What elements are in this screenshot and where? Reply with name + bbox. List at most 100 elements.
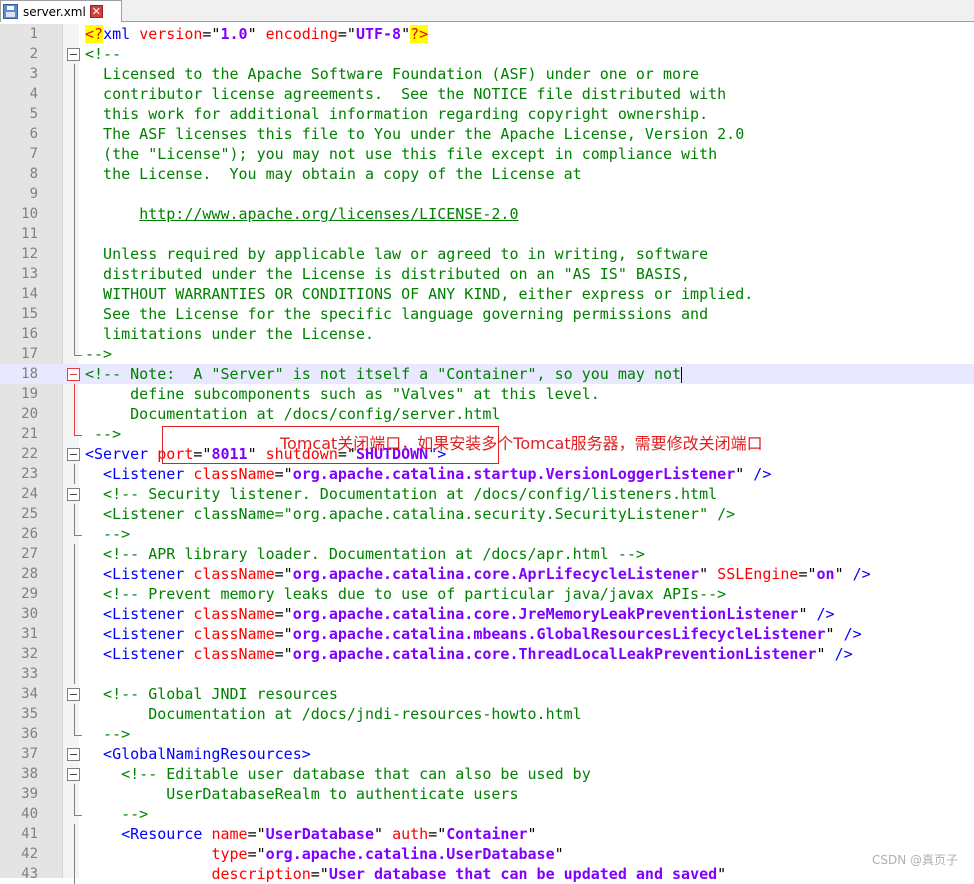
code-token: =" [202, 25, 221, 43]
code-text: <!-- Prevent memory leaks due to use of … [85, 584, 726, 604]
code-line[interactable]: 26 --> [0, 524, 974, 544]
line-number: 40 [21, 806, 38, 822]
code-line[interactable]: 35 Documentation at /docs/jndi-resources… [0, 704, 974, 724]
code-line[interactable]: 6 The ASF licenses this file to You unde… [0, 124, 974, 144]
code-token: version [139, 25, 203, 43]
fold-end-marker [74, 804, 82, 816]
code-line[interactable]: 23 <Listener className="org.apache.catal… [0, 464, 974, 484]
code-line[interactable]: 5 this work for additional information r… [0, 104, 974, 124]
code-line[interactable]: 17 --> [0, 344, 974, 364]
code-line[interactable]: 31 <Listener className="org.apache.catal… [0, 624, 974, 644]
code-token: type [211, 845, 248, 863]
code-text: <?xml version="1.0" encoding="UTF-8"?> [85, 24, 429, 44]
code-token: <Listener className="org.apache.catalina… [85, 505, 736, 523]
fold-toggle-icon[interactable] [67, 488, 80, 501]
code-line[interactable]: 2 <!-- [0, 44, 974, 64]
code-token[interactable]: http://www.apache.org/licenses/LICENSE-2… [139, 205, 518, 223]
code-line[interactable]: 1 <?xml version="1.0" encoding="UTF-8"?> [0, 24, 974, 44]
code-token: <Listener [85, 645, 194, 663]
code-line[interactable]: 42 type="org.apache.catalina.UserDatabas… [0, 844, 974, 864]
fold-guide [74, 64, 75, 84]
code-line[interactable]: 3 Licensed to the Apache Software Founda… [0, 64, 974, 84]
code-token: =" [310, 865, 329, 883]
code-line[interactable]: 41 <Resource name="UserDatabase" auth="C… [0, 824, 974, 844]
code-line[interactable]: 14 WITHOUT WARRANTIES OR CONDITIONS OF A… [0, 284, 974, 304]
code-line[interactable]: 36 --> [0, 724, 974, 744]
code-line[interactable]: 16 limitations under the License. [0, 324, 974, 344]
code-line[interactable]: 27 <!-- APR library loader. Documentatio… [0, 544, 974, 564]
fold-toggle-icon[interactable] [67, 688, 80, 701]
fold-guide [74, 504, 75, 524]
code-token: the License. You may obtain a copy of th… [85, 165, 582, 183]
line-number: 36 [21, 726, 38, 742]
code-line[interactable]: 18 <!-- Note: A "Server" is not itself a … [0, 364, 974, 384]
code-text: <!-- [85, 44, 121, 64]
fold-guide [74, 284, 75, 304]
code-token: SSLEngine [717, 565, 799, 583]
code-token: /> [843, 625, 862, 643]
code-token: (the "License"); you may not use this fi… [85, 145, 718, 163]
close-icon[interactable]: ✕ [89, 5, 103, 18]
code-line[interactable]: 19 define subcomponents such as "Valves"… [0, 384, 974, 404]
code-line[interactable]: 39 UserDatabaseRealm to authenticate use… [0, 784, 974, 804]
code-line[interactable]: 32 <Listener className="org.apache.catal… [0, 644, 974, 664]
code-line[interactable]: 28 <Listener className="org.apache.catal… [0, 564, 974, 584]
fold-guide [74, 264, 75, 284]
line-number: 1 [29, 26, 38, 42]
code-line[interactable]: 25 <Listener className="org.apache.catal… [0, 504, 974, 524]
tab-label: server.xml [23, 4, 86, 19]
code-token: =" [337, 25, 356, 43]
code-token: <Resource [85, 825, 212, 843]
code-line[interactable]: 8 the License. You may obtain a copy of … [0, 164, 974, 184]
fold-guide [74, 864, 75, 884]
code-line[interactable]: 15 See the License for the specific lang… [0, 304, 974, 324]
fold-toggle-icon[interactable] [67, 748, 80, 761]
code-line[interactable]: 24 <!-- Security listener. Documentation… [0, 484, 974, 504]
code-text: The ASF licenses this file to You under … [85, 124, 744, 144]
code-token: org.apache.catalina.core.ThreadLocalLeak… [292, 645, 817, 663]
fold-toggle-icon[interactable] [67, 448, 80, 461]
code-token: auth [392, 825, 429, 843]
code-line[interactable]: 9 [0, 184, 974, 204]
line-number: 25 [21, 506, 38, 522]
code-token: ?> [410, 25, 429, 43]
code-token: =" [274, 625, 293, 643]
code-token: UTF-8 [355, 25, 402, 43]
code-token: --> [85, 345, 113, 363]
code-line[interactable]: 30 <Listener className="org.apache.catal… [0, 604, 974, 624]
code-token: <Server [85, 445, 158, 463]
code-line[interactable]: 13 distributed under the License is dist… [0, 264, 974, 284]
fold-toggle-icon[interactable] [67, 368, 80, 381]
code-token: /> [816, 605, 835, 623]
code-token: =" [274, 465, 293, 483]
code-line[interactable]: 7 (the "License"); you may not use this … [0, 144, 974, 164]
code-text: UserDatabaseRealm to authenticate users [85, 784, 518, 804]
code-token: Licensed to the Apache Software Foundati… [85, 65, 700, 83]
code-token: See the License for the specific languag… [85, 305, 709, 323]
code-line[interactable]: 29 <!-- Prevent memory leaks due to use … [0, 584, 974, 604]
code-line[interactable]: 43 description="User database that can b… [0, 864, 974, 884]
code-line[interactable]: 11 [0, 224, 974, 244]
code-text: <Listener className="org.apache.catalina… [85, 504, 735, 524]
code-line[interactable]: 4 contributor license agreements. See th… [0, 84, 974, 104]
fold-toggle-icon[interactable] [67, 48, 80, 61]
tab-server-xml[interactable]: server.xml ✕ [0, 0, 122, 22]
code-line[interactable]: 38 <!-- Editable user database that can … [0, 764, 974, 784]
fold-toggle-icon[interactable] [67, 768, 80, 781]
code-line[interactable]: 12 Unless required by applicable law or … [0, 244, 974, 264]
code-token: " [699, 565, 718, 583]
code-line[interactable]: 37 <GlobalNamingResources> [0, 744, 974, 764]
fold-guide [74, 844, 75, 864]
code-token: className [193, 465, 275, 483]
line-number: 37 [21, 746, 38, 762]
code-line[interactable]: 10 http://www.apache.org/licenses/LICENS… [0, 204, 974, 224]
code-line[interactable]: 20 Documentation at /docs/config/server.… [0, 404, 974, 424]
line-number: 35 [21, 706, 38, 722]
code-line[interactable]: 33 [0, 664, 974, 684]
floppy-disk-icon [3, 4, 18, 19]
code-line[interactable]: 40 --> [0, 804, 974, 824]
code-line[interactable]: 34 <!-- Global JNDI resources [0, 684, 974, 704]
